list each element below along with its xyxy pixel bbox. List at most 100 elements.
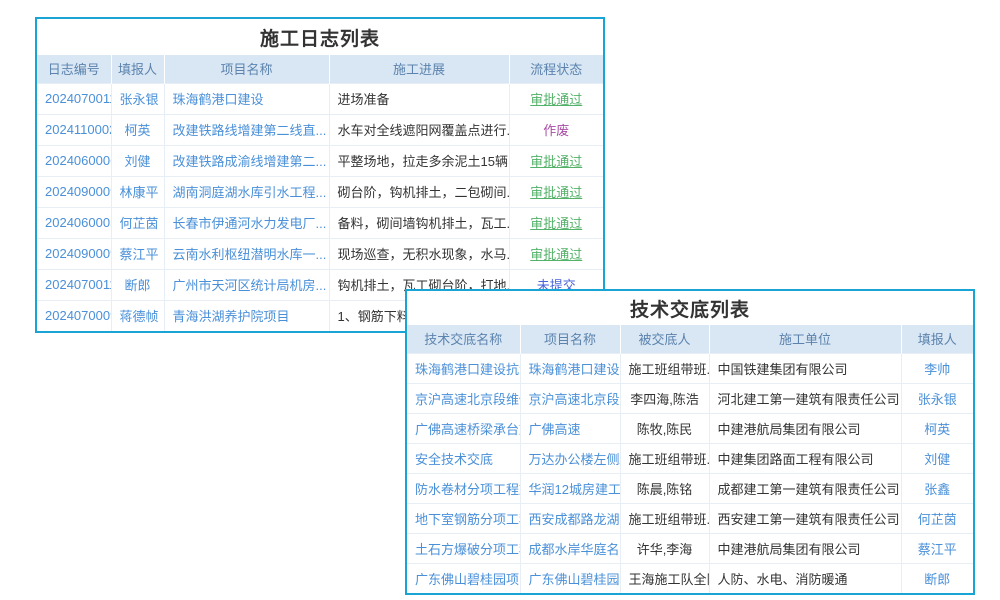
reporter-cell[interactable]: 林康平 (111, 176, 164, 207)
project-name-cell[interactable]: 改建铁路线增建第二线直... (164, 114, 329, 145)
table-row: 京沪高速北京段维修...京沪高速北京段维修李四海,陈浩河北建工第一建筑有限责任公… (407, 383, 973, 413)
log-id-cell[interactable]: 2024070011 (37, 269, 111, 300)
table-row: 2024070011张永银珠海鹤港口建设进场准备审批通过 (37, 83, 603, 114)
project-name-cell[interactable]: 改建铁路成渝线增建第二... (164, 145, 329, 176)
table-row: 2024060005何芷茵长春市伊通河水力发电厂...备料，砌间墙钩机排土，瓦工… (37, 207, 603, 238)
table-row: 2024060006刘健改建铁路成渝线增建第二...平整场地，拉走多余泥土15辆… (37, 145, 603, 176)
disclosure-name-cell[interactable]: 地下室钢筋分项工程... (407, 503, 520, 533)
column-header: 日志编号 (37, 55, 111, 83)
project-name-cell[interactable]: 长春市伊通河水力发电厂... (164, 207, 329, 238)
reporter-cell[interactable]: 张永银 (111, 83, 164, 114)
status-badge[interactable]: 审批通过 (509, 238, 603, 269)
reporter-cell[interactable]: 张鑫 (901, 473, 973, 503)
column-header: 项目名称 (520, 325, 620, 353)
status-badge[interactable]: 审批通过 (509, 207, 603, 238)
project-name-cell[interactable]: 万达办公楼左侧A... (520, 443, 620, 473)
construction-unit-cell: 中国铁建集团有限公司 (709, 353, 901, 383)
column-header: 流程状态 (509, 55, 603, 83)
reporter-cell[interactable]: 蔡江平 (901, 533, 973, 563)
receiver-cell: 施工班组带班... (620, 443, 709, 473)
project-name-cell[interactable]: 云南水利枢纽潜明水库一... (164, 238, 329, 269)
project-name-cell[interactable]: 京沪高速北京段维修 (520, 383, 620, 413)
reporter-cell[interactable]: 何芷茵 (901, 503, 973, 533)
technical-disclosure-panel: 技术交底列表 技术交底名称项目名称被交底人施工单位填报人 珠海鹤港口建设抗浮..… (405, 289, 975, 595)
reporter-cell[interactable]: 何芷茵 (111, 207, 164, 238)
disclosure-name-cell[interactable]: 珠海鹤港口建设抗浮... (407, 353, 520, 383)
reporter-cell[interactable]: 刘健 (111, 145, 164, 176)
reporter-cell[interactable]: 蔡江平 (111, 238, 164, 269)
table-header-row: 技术交底名称项目名称被交底人施工单位填报人 (407, 325, 973, 353)
table-row: 安全技术交底万达办公楼左侧A...施工班组带班...中建集团路面工程有限公司刘健 (407, 443, 973, 473)
log-id-cell[interactable]: 2024070011 (37, 83, 111, 114)
progress-cell: 平整场地，拉走多余泥土15辆... (329, 145, 509, 176)
table-row: 2024090009蔡江平云南水利枢纽潜明水库一...现场巡查，无积水现象，水马… (37, 238, 603, 269)
project-name-cell[interactable]: 广东佛山碧桂园项目 (520, 563, 620, 593)
log-id-cell[interactable]: 2024090009 (37, 176, 111, 207)
disclosure-name-cell[interactable]: 京沪高速北京段维修... (407, 383, 520, 413)
disclosure-name-cell[interactable]: 安全技术交底 (407, 443, 520, 473)
progress-cell: 水车对全线遮阳网覆盖点进行... (329, 114, 509, 145)
disclosure-name-cell[interactable]: 防水卷材分项工程施... (407, 473, 520, 503)
disclosure-name-cell[interactable]: 土石方爆破分项工程... (407, 533, 520, 563)
construction-unit-cell: 河北建工第一建筑有限责任公司 (709, 383, 901, 413)
project-name-cell[interactable]: 青海洪湖养护院项目 (164, 300, 329, 331)
status-badge[interactable]: 审批通过 (509, 176, 603, 207)
project-name-cell[interactable]: 湖南洞庭湖水库引水工程... (164, 176, 329, 207)
reporter-cell[interactable]: 柯英 (901, 413, 973, 443)
progress-cell: 砌台阶，钩机排土，二包砌间... (329, 176, 509, 207)
project-name-cell[interactable]: 广州市天河区统计局机房... (164, 269, 329, 300)
table-row: 土石方爆破分项工程...成都水岸华庭名苑...许华,李海中建港航局集团有限公司蔡… (407, 533, 973, 563)
reporter-cell[interactable]: 蒋德帧 (111, 300, 164, 331)
log-id-cell[interactable]: 2024070009 (37, 300, 111, 331)
table-header-row: 日志编号填报人项目名称施工进展流程状态 (37, 55, 603, 83)
project-name-cell[interactable]: 珠海鹤港口建设 (520, 353, 620, 383)
receiver-cell: 王海施工队全队 (620, 563, 709, 593)
table-row: 2024110002柯英改建铁路线增建第二线直...水车对全线遮阳网覆盖点进行.… (37, 114, 603, 145)
receiver-cell: 施工班组带班... (620, 353, 709, 383)
progress-cell: 进场准备 (329, 83, 509, 114)
construction-log-title: 施工日志列表 (37, 19, 603, 55)
status-badge[interactable]: 作废 (509, 114, 603, 145)
column-header: 技术交底名称 (407, 325, 520, 353)
reporter-cell[interactable]: 断郎 (111, 269, 164, 300)
log-id-cell[interactable]: 2024110002 (37, 114, 111, 145)
project-name-cell[interactable]: 成都水岸华庭名苑... (520, 533, 620, 563)
construction-unit-cell: 中建港航局集团有限公司 (709, 413, 901, 443)
status-badge[interactable]: 审批通过 (509, 83, 603, 114)
construction-unit-cell: 中建港航局集团有限公司 (709, 533, 901, 563)
log-id-cell[interactable]: 2024060005 (37, 207, 111, 238)
construction-unit-cell: 中建集团路面工程有限公司 (709, 443, 901, 473)
disclosure-name-cell[interactable]: 广佛高速桥梁承台施... (407, 413, 520, 443)
table-row: 广东佛山碧桂园项目...广东佛山碧桂园项目王海施工队全队人防、水电、消防暖通断郎 (407, 563, 973, 593)
project-name-cell[interactable]: 华润12城房建工... (520, 473, 620, 503)
reporter-cell[interactable]: 刘健 (901, 443, 973, 473)
project-name-cell[interactable]: 西安成都路龙湖上... (520, 503, 620, 533)
table-row: 珠海鹤港口建设抗浮...珠海鹤港口建设施工班组带班...中国铁建集团有限公司李帅 (407, 353, 973, 383)
column-header: 施工单位 (709, 325, 901, 353)
table-row: 广佛高速桥梁承台施...广佛高速陈牧,陈民中建港航局集团有限公司柯英 (407, 413, 973, 443)
project-name-cell[interactable]: 广佛高速 (520, 413, 620, 443)
column-header: 施工进展 (329, 55, 509, 83)
reporter-cell[interactable]: 张永银 (901, 383, 973, 413)
log-id-cell[interactable]: 2024090009 (37, 238, 111, 269)
log-id-cell[interactable]: 2024060006 (37, 145, 111, 176)
table-row: 地下室钢筋分项工程...西安成都路龙湖上...施工班组带班...西安建工第一建筑… (407, 503, 973, 533)
construction-unit-cell: 成都建工第一建筑有限责任公司 (709, 473, 901, 503)
receiver-cell: 陈牧,陈民 (620, 413, 709, 443)
column-header: 填报人 (111, 55, 164, 83)
column-header: 项目名称 (164, 55, 329, 83)
reporter-cell[interactable]: 李帅 (901, 353, 973, 383)
reporter-cell[interactable]: 断郎 (901, 563, 973, 593)
status-badge[interactable]: 审批通过 (509, 145, 603, 176)
disclosure-name-cell[interactable]: 广东佛山碧桂园项目... (407, 563, 520, 593)
receiver-cell: 李四海,陈浩 (620, 383, 709, 413)
project-name-cell[interactable]: 珠海鹤港口建设 (164, 83, 329, 114)
page: 施工日志列表 日志编号填报人项目名称施工进展流程状态 2024070011张永银… (0, 0, 1000, 600)
receiver-cell: 陈晨,陈铭 (620, 473, 709, 503)
table-row: 2024090009林康平湖南洞庭湖水库引水工程...砌台阶，钩机排土，二包砌间… (37, 176, 603, 207)
receiver-cell: 施工班组带班... (620, 503, 709, 533)
progress-cell: 备料，砌间墙钩机排土，瓦工... (329, 207, 509, 238)
reporter-cell[interactable]: 柯英 (111, 114, 164, 145)
construction-log-panel: 施工日志列表 日志编号填报人项目名称施工进展流程状态 2024070011张永银… (35, 17, 605, 333)
column-header: 填报人 (901, 325, 973, 353)
